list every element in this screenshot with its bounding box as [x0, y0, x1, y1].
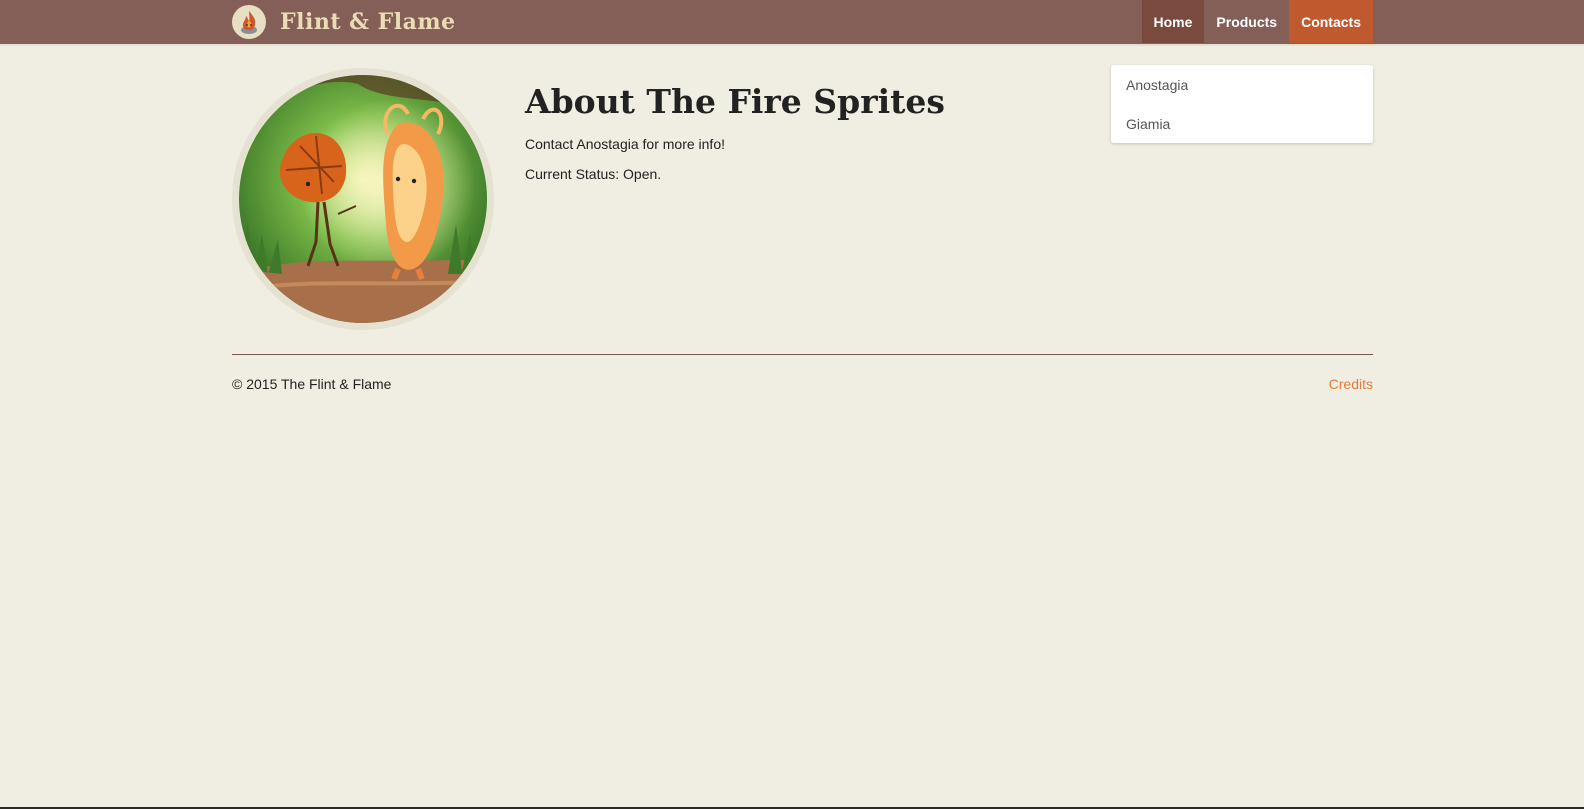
brand-title: Flint & Flame	[280, 9, 456, 35]
nav-contacts[interactable]: Contacts	[1289, 0, 1373, 43]
main-nav: Home Products Contacts	[1141, 0, 1373, 43]
contact-text: Contact Anostagia for more info!	[525, 136, 725, 152]
brand-link[interactable]: Flint & Flame	[232, 4, 456, 40]
page-title: About The Fire Sprites	[525, 82, 945, 121]
credits-link[interactable]: Credits	[1329, 376, 1373, 392]
top-navbar: Flint & Flame Home Products Contacts	[0, 0, 1584, 44]
flame-logo-icon	[232, 5, 266, 39]
dropdown-item-giamia[interactable]: Giamia	[1126, 116, 1170, 132]
copyright-text: © 2015 The Flint & Flame	[232, 376, 392, 392]
contacts-dropdown-menu: Anostagia Giamia	[1111, 65, 1373, 143]
navbar-divider	[0, 44, 1584, 46]
nav-home[interactable]: Home	[1141, 0, 1205, 43]
fire-sprites-image	[232, 68, 494, 330]
dropdown-item-anostagia[interactable]: Anostagia	[1126, 77, 1188, 93]
status-text: Current Status: Open.	[525, 166, 662, 182]
nav-products[interactable]: Products	[1204, 0, 1290, 43]
footer-divider	[232, 354, 1373, 355]
